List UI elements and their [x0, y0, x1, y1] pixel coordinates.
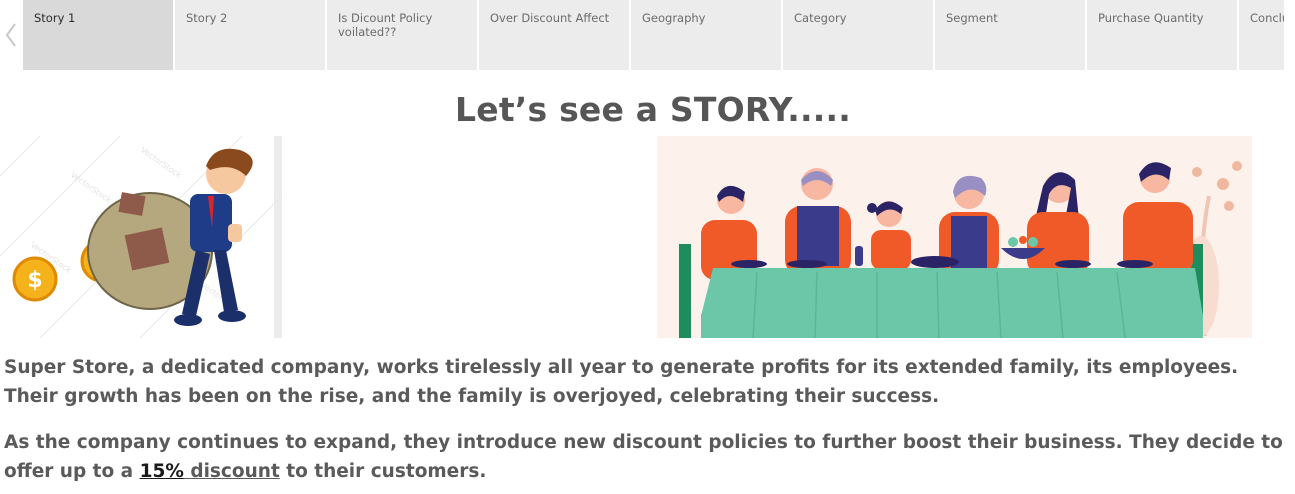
tab-geography[interactable]: Geography [631, 0, 781, 70]
tab-label: Purchase Quantity [1098, 11, 1204, 25]
businessman-money-bag-image: VectorStock VectorStock VectorStock Vect… [0, 136, 282, 338]
paragraph-text: to their customers. [279, 461, 487, 482]
page-title: Let’s see a STORY..... [455, 90, 851, 129]
tab-label: Geography [642, 11, 706, 25]
chevron-left-icon [5, 23, 16, 47]
tab-label: Segment [946, 11, 998, 25]
tab-story-2[interactable]: Story 2 [175, 0, 325, 70]
story-tabs: Story 1 Story 2 Is Dicount Policy voilat… [23, 0, 1284, 70]
story-paragraph-1: Super Store, a dedicated company, works … [4, 357, 1239, 407]
tab-label: Over Discount Affect [490, 11, 610, 25]
tab-story-1[interactable]: Story 1 [23, 0, 173, 70]
tab-segment[interactable]: Segment [935, 0, 1085, 70]
tab-over-discount-affect[interactable]: Over Discount Affect [479, 0, 629, 70]
svg-text:$: $ [27, 268, 42, 293]
tab-discount-policy-violated[interactable]: Is Dicount Policy voilated?? [327, 0, 477, 70]
tab-label: Story 1 [34, 11, 76, 25]
tab-label: Category [794, 11, 847, 25]
coin-icon: $ [12, 256, 58, 302]
discount-percent: 15% [139, 461, 184, 482]
tab-label: Is Dicount Policy voilated?? [338, 11, 433, 39]
discount-word: discount [190, 461, 280, 482]
family-dinner-image [657, 136, 1252, 338]
tab-category[interactable]: Category [783, 0, 933, 70]
tab-label: Story 2 [186, 11, 228, 25]
story-paragraph-2: As the company continues to expand, they… [4, 428, 1294, 486]
tab-label: Conclu [1250, 11, 1284, 25]
tab-purchase-quantity[interactable]: Purchase Quantity [1087, 0, 1237, 70]
previous-story-button[interactable] [0, 0, 22, 70]
tablecloth [701, 268, 1203, 316]
tab-conclusion[interactable]: Conclu [1239, 0, 1284, 70]
